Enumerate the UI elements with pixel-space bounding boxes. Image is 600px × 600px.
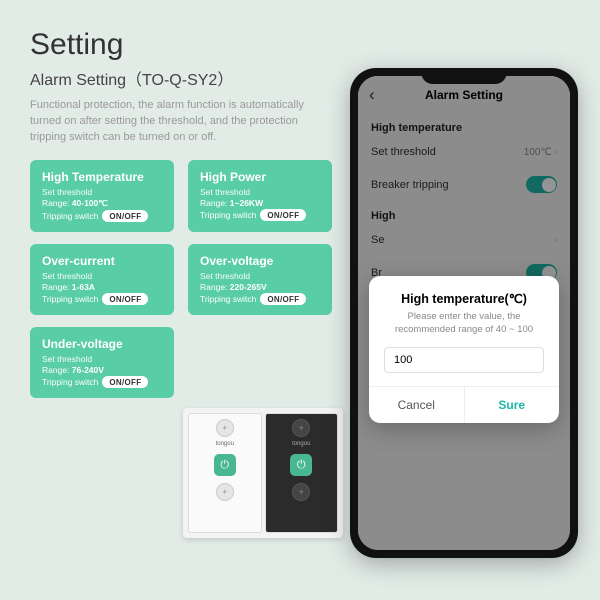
card-tripping: Tripping switchON/OFF (42, 210, 162, 222)
card-over-current: Over-current Set threshold Range: 1-63A … (30, 244, 174, 315)
phone-notch (422, 68, 507, 84)
card-high-power: High Power Set threshold Range: 1~26KW T… (188, 160, 332, 232)
card-high-temperature: High Temperature Set threshold Range: 40… (30, 160, 174, 232)
onoff-pill: ON/OFF (102, 210, 148, 222)
cancel-button[interactable]: Cancel (369, 387, 465, 423)
card-range: Range: 40-100℃ (42, 198, 162, 209)
page-description: Functional protection, the alarm functio… (30, 98, 330, 146)
device-photo: + tongou ⏻ + + tongou ⏻ + (183, 408, 343, 538)
card-set-threshold: Set threshold (42, 187, 162, 197)
dialog-high-temperature: High temperature(℃) Please enter the val… (369, 276, 559, 423)
card-title: High Power (200, 170, 320, 184)
power-icon: ⏻ (214, 454, 236, 476)
card-title: High Temperature (42, 170, 162, 184)
phone-mockup: ‹ Alarm Setting High temperature Set thr… (350, 68, 578, 558)
dialog-message: Please enter the value, the recommended … (384, 311, 544, 337)
dialog-input[interactable] (384, 347, 544, 373)
dialog-title: High temperature(℃) (384, 291, 544, 306)
card-over-voltage: Over-voltage Set threshold Range: 220-26… (188, 244, 332, 315)
device-module-dark: + tongou ⏻ + (265, 413, 339, 533)
sure-button[interactable]: Sure (465, 387, 560, 423)
device-module-light: + tongou ⏻ + (188, 413, 262, 533)
page-title: Setting (30, 28, 600, 62)
feature-cards: High Temperature Set threshold Range: 40… (30, 160, 332, 398)
card-under-voltage: Under-voltage Set threshold Range: 76-24… (30, 327, 174, 398)
screw-icon: + (216, 419, 234, 437)
phone-screen: ‹ Alarm Setting High temperature Set thr… (358, 76, 570, 550)
